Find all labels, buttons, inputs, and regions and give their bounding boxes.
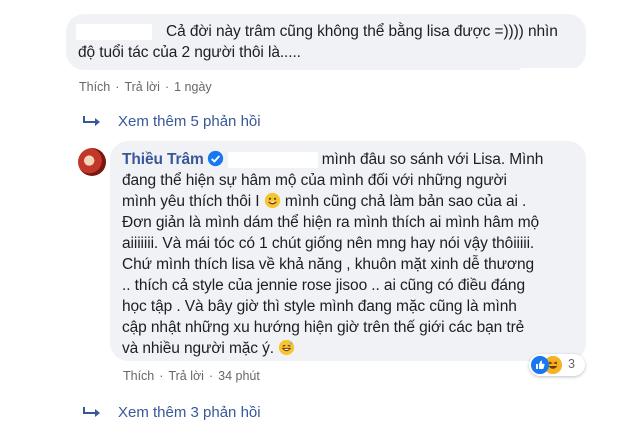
comment-text-line: .. thích cả style của jennie rose jisoo … — [122, 277, 525, 294]
redacted-tag — [227, 151, 318, 168]
avatar[interactable] — [78, 148, 106, 176]
comment-actions-1: Thích · Trả lời · 1 ngày — [79, 80, 212, 94]
view-more-replies-label: Xem thêm 5 phản hồi — [118, 113, 261, 130]
sweat-smile-emoji-icon — [279, 339, 295, 356]
like-link[interactable]: Thích — [79, 80, 110, 94]
comment-bubble-2: Thiều Trâm mình đâu so sánh với Lisa. Mìn… — [110, 141, 586, 361]
comment-text-line: cập nhật những xu hướng hiện giờ trên th… — [122, 319, 525, 336]
comment-bubble-1: Cả đời này trâm cũng không thể bằng lisa… — [66, 14, 590, 82]
comment-text-line: mình đâu so sánh với Lisa. Mình — [321, 151, 544, 168]
view-more-replies-link[interactable]: Xem thêm 3 phản hồi — [82, 404, 261, 421]
reply-link[interactable]: Trả lời — [168, 369, 204, 383]
view-more-replies-link[interactable]: Xem thêm 5 phản hồi — [82, 113, 261, 130]
timestamp[interactable]: 1 ngày — [174, 80, 212, 94]
comment-text-line: Đơn giản là mình dám thể hiện ra mình th… — [122, 214, 540, 231]
verified-badge-icon — [207, 150, 223, 167]
reply-link[interactable]: Trả lời — [124, 80, 160, 94]
reply-arrow-icon — [83, 407, 100, 417]
reaction-count: 3 — [568, 357, 575, 371]
timestamp[interactable]: 34 phút — [218, 369, 260, 383]
like-reaction-icon — [531, 356, 549, 374]
comment-text-line: mình yêu thích thôi I — [122, 193, 260, 210]
comment-text-line: Cả đời này trâm cũng không thể bằng lisa… — [166, 23, 558, 40]
comment-text-line: và nhiều người mặc ý. — [122, 340, 274, 357]
reactions-summary[interactable]: 3 — [529, 354, 585, 376]
comment-author-name[interactable]: Thiều Trâm — [122, 151, 204, 168]
comment-text-line: mình cũng chả làm bản sao của ai . — [284, 193, 527, 210]
comment-text-line: Chứ mình thích lisa về khả năng , khuôn … — [122, 256, 534, 273]
comment-text-line: độ tuổi tác của 2 người thôi là..... — [78, 44, 301, 61]
comment-text-line: học tập . Và bây giờ thì style mình đang… — [122, 298, 517, 315]
view-more-replies-label: Xem thêm 3 phản hồi — [118, 404, 261, 421]
redacted-author-name — [76, 23, 152, 40]
redacted-area — [520, 68, 590, 82]
smile-emoji-icon — [264, 192, 280, 209]
like-link[interactable]: Thích — [123, 369, 154, 383]
comment-text-line: đang thể hiện sự hâm mộ của mình đối với… — [122, 172, 507, 189]
reply-arrow-icon — [83, 116, 100, 126]
comment-text-line: aiiiiiii. Và mái tóc có 1 chút giống nên… — [122, 235, 535, 252]
comment-actions-2: Thích · Trả lời · 34 phút — [123, 369, 260, 383]
